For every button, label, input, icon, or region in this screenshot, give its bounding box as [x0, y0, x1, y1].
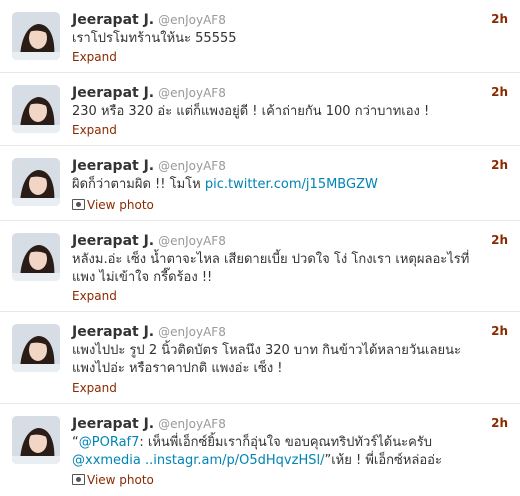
tweet-text-line: แพงไปปะ รูป 2 นิ้วติดบัตร โหลนึง 320 บาท…: [72, 343, 461, 358]
tweet-timestamp[interactable]: 2h: [491, 83, 508, 101]
tweet-timestamp[interactable]: 2h: [491, 156, 508, 174]
expand-link[interactable]: Expand: [72, 122, 117, 138]
tweet-header: Jeerapat J. @enJoyAF8: [72, 83, 226, 102]
tweet-text: แพงไปปะ รูป 2 นิ้วติดบัตร โหลนึง 320 บาท…: [72, 342, 508, 378]
tweet-text-content: : เห็นพี่เอ็กซ์ยิ้มเราก็อุ่นใจ ขอบคุณทริ…: [139, 435, 433, 450]
tweet-username[interactable]: @enJoyAF8: [158, 417, 226, 431]
tweet-item[interactable]: Jeerapat J. @enJoyAF8 2h หลังม.อ่ะ เซ็ง น…: [0, 221, 520, 312]
tweet-text-line: หลังม.อ่ะ เซ็ง น้ำตาจะไหล เสียดายเบี้ย ป…: [72, 252, 470, 267]
tweet-username[interactable]: @enJoyAF8: [158, 159, 226, 173]
tweet-text-line: แพง ไม่เข้าใจ กรี๊ดร้อง !!: [72, 270, 213, 285]
tweet-header: Jeerapat J. @enJoyAF8: [72, 414, 226, 433]
view-photo-label: View photo: [87, 198, 154, 212]
tweet-text-content: ผิดก็ว่าตามผิด !! โมโห: [72, 177, 205, 192]
tweet-item[interactable]: Jeerapat J. @enJoyAF8 2h แพงไปปะ รูป 2 นิ…: [0, 312, 520, 404]
photo-icon: [72, 199, 85, 210]
tweet-header: Jeerapat J. @enJoyAF8: [72, 231, 226, 250]
tweet-fullname[interactable]: Jeerapat J.: [72, 233, 154, 249]
mention-link[interactable]: @xxmedia: [72, 453, 141, 468]
tweet-username[interactable]: @enJoyAF8: [158, 234, 226, 248]
tweet-item[interactable]: Jeerapat J. @enJoyAF8 2h เราโปรโมทร้านให้…: [0, 0, 520, 73]
tweet-text-line: @xxmedia ..instagr.am/p/O5dHqvzHSl/”เห้ย…: [72, 452, 508, 470]
view-photo-label: View photo: [87, 473, 154, 487]
photo-icon: [72, 474, 85, 485]
tweet-text: หลังม.อ่ะ เซ็ง น้ำตาจะไหล เสียดายเบี้ย ป…: [72, 251, 508, 287]
view-photo-link[interactable]: View photo: [72, 197, 154, 213]
tweet-fullname[interactable]: Jeerapat J.: [72, 85, 154, 101]
tweet-header: Jeerapat J. @enJoyAF8: [72, 10, 226, 29]
tweet-fullname[interactable]: Jeerapat J.: [72, 324, 154, 340]
tweet-username[interactable]: @enJoyAF8: [158, 86, 226, 100]
expand-link[interactable]: Expand: [72, 288, 117, 304]
expand-link[interactable]: Expand: [72, 49, 117, 65]
mention-link[interactable]: @PORaf7: [79, 435, 140, 450]
tweet-item[interactable]: Jeerapat J. @enJoyAF8 2h “@PORaf7: เห็นพี…: [0, 404, 520, 496]
photo-link[interactable]: pic.twitter.com/j15MBGZW: [205, 177, 378, 192]
quote-mark: “: [72, 435, 79, 450]
tweet-fullname[interactable]: Jeerapat J.: [72, 12, 154, 28]
tweet-item[interactable]: Jeerapat J. @enJoyAF8 2h 230 หรือ 320 อ่ะ…: [0, 73, 520, 146]
tweet-timeline: Jeerapat J. @enJoyAF8 2h เราโปรโมทร้านให้…: [0, 0, 520, 496]
expand-link[interactable]: Expand: [72, 380, 117, 396]
tweet-text-content: ”เห้ย ! พี่เอ็กซ์หล่ออ่ะ: [324, 453, 442, 468]
tweet-header: Jeerapat J. @enJoyAF8: [72, 156, 226, 175]
tweet-text-line: แพงไปอ่ะ หรือราคาปกติ แพงอ่ะ เซ็ง !: [72, 361, 283, 376]
avatar[interactable]: [12, 12, 60, 60]
instagram-link[interactable]: ..instagr.am/p/O5dHqvzHSl/: [141, 453, 324, 468]
avatar[interactable]: [12, 324, 60, 372]
tweet-timestamp[interactable]: 2h: [491, 322, 508, 340]
avatar[interactable]: [12, 158, 60, 206]
tweet-text: “@PORaf7: เห็นพี่เอ็กซ์ยิ้มเราก็อุ่นใจ ข…: [72, 434, 508, 470]
tweet-text-line: “@PORaf7: เห็นพี่เอ็กซ์ยิ้มเราก็อุ่นใจ ข…: [72, 434, 508, 452]
view-photo-link[interactable]: View photo: [72, 472, 154, 488]
tweet-fullname[interactable]: Jeerapat J.: [72, 158, 154, 174]
tweet-text: ผิดก็ว่าตามผิด !! โมโห pic.twitter.com/j…: [72, 176, 508, 194]
tweet-timestamp[interactable]: 2h: [491, 231, 508, 249]
tweet-timestamp[interactable]: 2h: [491, 414, 508, 432]
tweet-text: เราโปรโมทร้านให้นะ 55555: [72, 31, 237, 46]
avatar[interactable]: [12, 85, 60, 133]
avatar[interactable]: [12, 233, 60, 281]
tweet-header: Jeerapat J. @enJoyAF8: [72, 322, 226, 341]
tweet-username[interactable]: @enJoyAF8: [158, 13, 226, 27]
tweet-fullname[interactable]: Jeerapat J.: [72, 416, 154, 432]
tweet-timestamp[interactable]: 2h: [491, 10, 508, 28]
tweet-username[interactable]: @enJoyAF8: [158, 325, 226, 339]
avatar[interactable]: [12, 416, 60, 464]
tweet-text: 230 หรือ 320 อ่ะ แต่ก็แพงอยู่ดี ! เค้าถ่…: [72, 104, 430, 119]
tweet-item[interactable]: Jeerapat J. @enJoyAF8 2h ผิดก็ว่าตามผิด !…: [0, 146, 520, 221]
